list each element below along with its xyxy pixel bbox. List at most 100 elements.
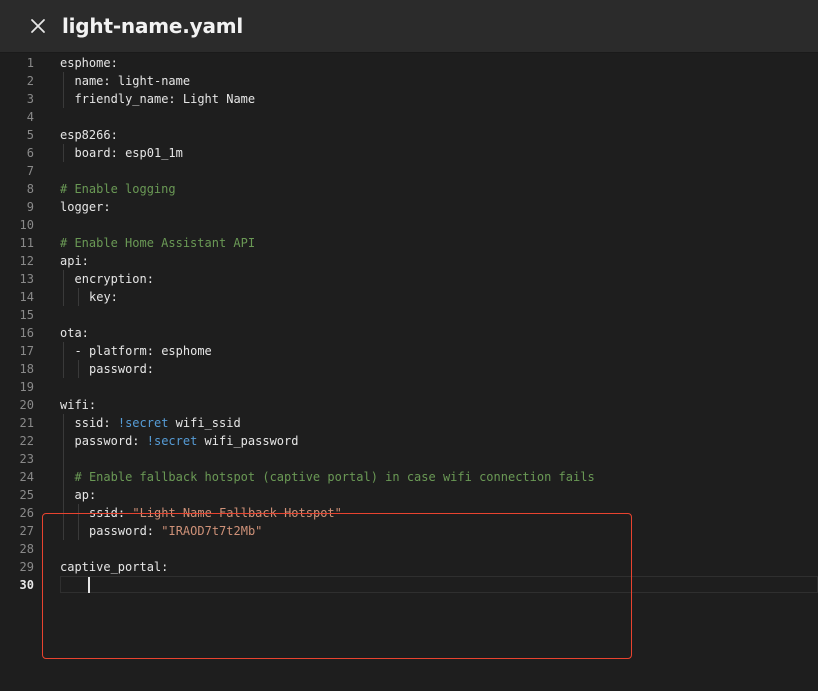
code-comment: # Enable logging xyxy=(60,180,176,198)
code-line[interactable]: 18 password: xyxy=(0,360,818,378)
yaml-token: # Enable logging xyxy=(60,182,176,196)
code-line[interactable]: 29 captive_portal: xyxy=(0,558,818,576)
code-line[interactable]: 27 password: "IRAOD7t7t2Mb" xyxy=(0,522,818,540)
code-line[interactable]: 7 xyxy=(0,162,818,180)
code-line[interactable]: 19 xyxy=(0,378,818,396)
code-line[interactable]: 6 board: esp01_1m xyxy=(0,144,818,162)
code-line[interactable]: 14 key: xyxy=(0,288,818,306)
yaml-token: board: esp01_1m xyxy=(74,146,183,160)
code-line[interactable]: 21 ssid: !secret wifi_ssid xyxy=(0,414,818,432)
yaml-token: friendly_name: Light Name xyxy=(74,92,256,106)
line-number: 10 xyxy=(19,218,34,232)
indent-guide xyxy=(63,486,64,504)
code-text: esp8266: xyxy=(60,126,118,144)
active-line-highlight xyxy=(60,576,818,593)
close-button[interactable] xyxy=(24,12,52,40)
code-line[interactable]: 26 ssid: "Light-Name Fallback Hotspot" xyxy=(0,504,818,522)
line-number: 21 xyxy=(19,416,34,430)
yaml-token: name: light-name xyxy=(74,74,191,88)
yaml-token: password: xyxy=(89,362,155,376)
yaml-token: ap: xyxy=(74,488,97,502)
line-number: 28 xyxy=(19,542,34,556)
code-line[interactable]: 10 xyxy=(0,216,818,234)
yaml-string: "Light-Name Fallback Hotspot" xyxy=(132,506,342,520)
code-line[interactable]: 23 xyxy=(0,450,818,468)
indent-guide xyxy=(63,432,64,450)
yaml-token: key: xyxy=(89,290,118,304)
code-text: api: xyxy=(60,252,89,270)
code-line[interactable]: 11 # Enable Home Assistant API xyxy=(0,234,818,252)
line-number: 25 xyxy=(19,488,34,502)
code-text: password: "IRAOD7t7t2Mb" xyxy=(89,522,262,540)
line-number: 16 xyxy=(19,326,34,340)
code-text: key: xyxy=(89,288,118,306)
line-number: 7 xyxy=(26,164,34,178)
line-number: 26 xyxy=(19,506,34,520)
code-text: ssid: "Light-Name Fallback Hotspot" xyxy=(89,504,342,522)
code-line[interactable]: 2 name: light-name xyxy=(0,72,818,90)
code-line[interactable]: 8 # Enable logging xyxy=(0,180,818,198)
code-text: encryption: xyxy=(75,270,154,288)
code-line[interactable]: 1 esphome: xyxy=(0,54,818,72)
line-number: 1 xyxy=(26,56,34,70)
yaml-token: # Enable fallback hotspot (captive porta… xyxy=(74,470,595,484)
code-line[interactable]: 24 # Enable fallback hotspot (captive por… xyxy=(0,468,818,486)
line-number: 30 xyxy=(19,578,34,592)
yaml-token: # Enable Home Assistant API xyxy=(60,236,256,250)
code-line[interactable]: 13 encryption: xyxy=(0,270,818,288)
code-line[interactable]: 28 xyxy=(0,540,818,558)
indent-guide xyxy=(63,522,64,540)
code-line[interactable]: 25 ap: xyxy=(0,486,818,504)
code-text: password: !secret wifi_password xyxy=(75,432,299,450)
line-number: 6 xyxy=(26,146,34,160)
close-icon xyxy=(31,19,45,33)
code-text: captive_portal: xyxy=(60,558,168,576)
code-text: friendly_name: Light Name xyxy=(75,90,256,108)
code-text: board: esp01_1m xyxy=(75,144,183,162)
text-cursor xyxy=(88,577,90,593)
code-line[interactable]: 17 - platform: esphome xyxy=(0,342,818,360)
code-editor[interactable]: 1 esphome: 2 name: light-name 3 friendly_name… xyxy=(0,53,818,691)
code-text: ap: xyxy=(75,486,97,504)
line-number: 23 xyxy=(19,452,34,466)
code-text: - platform: esphome xyxy=(75,342,212,360)
yaml-token: wifi_password xyxy=(197,434,299,448)
code-line[interactable]: 12 api: xyxy=(0,252,818,270)
yaml-string: "IRAOD7t7t2Mb" xyxy=(161,524,263,538)
indent-guide xyxy=(78,360,79,378)
editor-header: light-name.yaml xyxy=(0,0,818,53)
line-number: 29 xyxy=(19,560,34,574)
yaml-token: logger: xyxy=(60,200,111,214)
indent-guide xyxy=(78,504,79,522)
line-number: 18 xyxy=(19,362,34,376)
indent-guide xyxy=(78,522,79,540)
line-number: 3 xyxy=(26,92,34,106)
code-line[interactable]: 5 esp8266: xyxy=(0,126,818,144)
code-line[interactable]: 15 xyxy=(0,306,818,324)
line-number: 15 xyxy=(19,308,34,322)
code-line[interactable]: 20 wifi: xyxy=(0,396,818,414)
line-number: 9 xyxy=(26,200,34,214)
indent-guide xyxy=(63,414,64,432)
yaml-token: wifi_ssid xyxy=(168,416,241,430)
code-line[interactable]: 30 xyxy=(0,576,818,594)
code-line[interactable]: 22 password: !secret wifi_password xyxy=(0,432,818,450)
code-text: esphome: xyxy=(60,54,118,72)
yaml-token: ota: xyxy=(60,326,89,340)
code-line[interactable]: 9 logger: xyxy=(0,198,818,216)
line-number: 4 xyxy=(26,110,34,124)
line-number: 2 xyxy=(26,74,34,88)
indent-guide xyxy=(78,288,79,306)
line-number: 5 xyxy=(26,128,34,142)
line-number: 14 xyxy=(19,290,34,304)
line-number: 13 xyxy=(19,272,34,286)
code-line[interactable]: 4 xyxy=(0,108,818,126)
yaml-token: password: xyxy=(89,524,162,538)
code-comment: # Enable Home Assistant API xyxy=(60,234,255,252)
yaml-token: captive_portal: xyxy=(60,560,169,574)
line-number: 11 xyxy=(19,236,34,250)
code-line[interactable]: 3 friendly_name: Light Name xyxy=(0,90,818,108)
code-line[interactable]: 16 ota: xyxy=(0,324,818,342)
line-number: 19 xyxy=(19,380,34,394)
code-text: wifi: xyxy=(60,396,96,414)
